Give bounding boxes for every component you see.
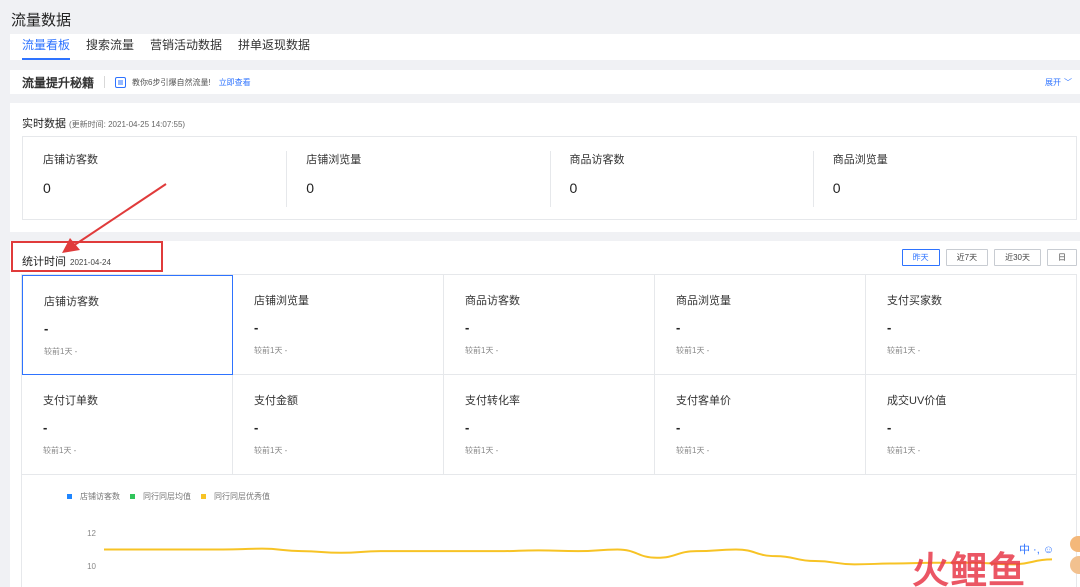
watermark-logo: 火鲤鱼 [912,550,1026,587]
metric-card[interactable]: 商品浏览量 - 较前1天 - [655,275,866,375]
tab-marketing-data[interactable]: 营销活动数据 [150,36,222,60]
metric-label: 店铺访客数 [44,296,99,308]
deco-shape [1070,536,1080,552]
stats-date: 2021-04-24 [70,258,111,267]
tab-search-traffic[interactable]: 搜索流量 [86,36,134,60]
metric-card[interactable]: 支付转化率 - 较前1天 - [444,375,655,475]
realtime-panel: 实时数据 (更新时间: 2021-04-25 14:07:55) 店铺访客数 0 … [10,103,1080,232]
promo-text: 教你6步引爆自然流量! [132,77,211,87]
metric-card[interactable]: 店铺浏览量 - 较前1天 - [233,275,444,375]
range-day-button[interactable]: 日 [1047,249,1077,266]
stats-title: 统计时间 [22,256,66,268]
metric-label: 成交UV价值 [887,395,947,407]
expand-label: 展开 [1045,78,1061,87]
page-title: 流量数据 [11,12,72,29]
metric-compare: 较前1天 - [254,446,288,455]
metric-value: - [254,320,259,335]
stats-header: 统计时间 2021-04-24 [22,253,111,269]
metric-label: 商品浏览量 [676,295,731,307]
metric-compare: 较前1天 - [465,446,499,455]
metric-compare: 较前1天 - [43,446,77,455]
divider [104,76,106,88]
realtime-header: 实时数据 (更新时间: 2021-04-25 14:07:55) [22,115,185,131]
metric-card[interactable]: 支付订单数 - 较前1天 - [22,375,233,475]
realtime-metrics: 店铺访客数 0 店铺浏览量 0 商品访客数 0 商品浏览量 0 [22,136,1077,220]
date-range-group: 昨天 近7天 近30天 日 [896,249,1077,266]
metric-label: 支付订单数 [43,395,98,407]
metric-label: 店铺浏览量 [254,295,309,307]
stats-metric-grid: 店铺访客数 - 较前1天 - 店铺浏览量 - 较前1天 - 商品访客数 - 较前… [21,274,1077,475]
metric-label: 商品访客数 [569,154,625,166]
metric-value: 0 [832,180,841,196]
metric-compare: 较前1天 - [887,346,921,355]
realtime-metric: 商品浏览量 0 [812,137,1076,219]
metric-card[interactable]: 店铺访客数 - 较前1天 - [22,275,233,375]
realtime-metric: 商品访客数 0 [549,137,813,219]
ime-status[interactable]: 中 ·, ☺ [1017,540,1057,558]
y-tick-label: 10 [87,562,96,571]
metric-compare: 较前1天 - [44,347,78,356]
metric-card[interactable]: 支付金额 - 较前1天 - [233,375,444,475]
promo-title: 流量提升秘籍 [22,75,95,90]
metric-compare: 较前1天 - [676,346,710,355]
deco-shape [1070,556,1080,574]
metric-card[interactable]: 成交UV价值 - 较前1天 - [866,375,1077,475]
metric-compare: 较前1天 - [465,346,499,355]
metric-card[interactable]: 支付买家数 - 较前1天 - [866,275,1077,375]
metric-label: 支付转化率 [465,395,520,407]
range-30days-button[interactable]: 近30天 [994,249,1041,266]
metric-card[interactable]: 支付客单价 - 较前1天 - [655,375,866,475]
metric-value: - [887,320,892,335]
metric-value: - [465,320,470,335]
update-time: (更新时间: 2021-04-25 14:07:55) [69,120,186,129]
metric-value: - [887,420,892,435]
metric-value: - [676,320,681,335]
metric-compare: 较前1天 - [676,446,710,455]
metric-label: 支付客单价 [676,395,731,407]
tab-bar: 流量看板 搜索流量 营销活动数据 拼单返现数据 [10,34,1080,60]
metric-value: 0 [306,180,315,196]
expand-button[interactable]: 展开 ﹀ [1045,77,1072,88]
metric-value: - [44,321,49,336]
tab-traffic-dashboard[interactable]: 流量看板 [22,36,71,60]
realtime-title: 实时数据 [22,118,66,130]
y-tick-label: 12 [87,529,96,538]
metric-value: - [465,420,470,435]
metric-value: - [43,420,48,435]
metric-value: 0 [569,180,578,196]
metric-value: - [676,420,681,435]
realtime-metric: 店铺浏览量 0 [286,137,549,219]
realtime-metric: 店铺访客数 0 [23,137,286,219]
series-line [104,547,1053,566]
stats-panel: 统计时间 2021-04-24 昨天 近7天 近30天 日 店铺访客数 - 较前1… [10,241,1080,587]
tab-group-cashback[interactable]: 拼单返现数据 [238,36,310,60]
metric-compare: 较前1天 - [254,346,288,355]
view-now-link[interactable]: 立即查看 [219,77,251,88]
metric-value: - [254,420,259,435]
metric-label: 店铺浏览量 [306,154,362,166]
metric-label: 商品浏览量 [832,154,888,166]
metric-compare: 较前1天 - [887,446,921,455]
promo-bar: 流量提升秘籍 教你6步引爆自然流量! 立即查看 展开 ﹀ [10,70,1080,94]
range-7days-button[interactable]: 近7天 [945,249,989,266]
metric-label: 商品访客数 [465,295,520,307]
book-icon [115,76,127,88]
metric-card[interactable]: 商品访客数 - 较前1天 - [444,275,655,375]
chevron-down-icon: ﹀ [1064,78,1072,87]
metric-label: 支付金额 [254,395,298,407]
metric-label: 支付买家数 [887,295,942,307]
range-yesterday-button[interactable]: 昨天 [901,249,940,266]
metric-value: 0 [43,180,51,196]
metric-label: 店铺访客数 [43,154,98,166]
floating-service-icon[interactable] [1068,536,1080,582]
